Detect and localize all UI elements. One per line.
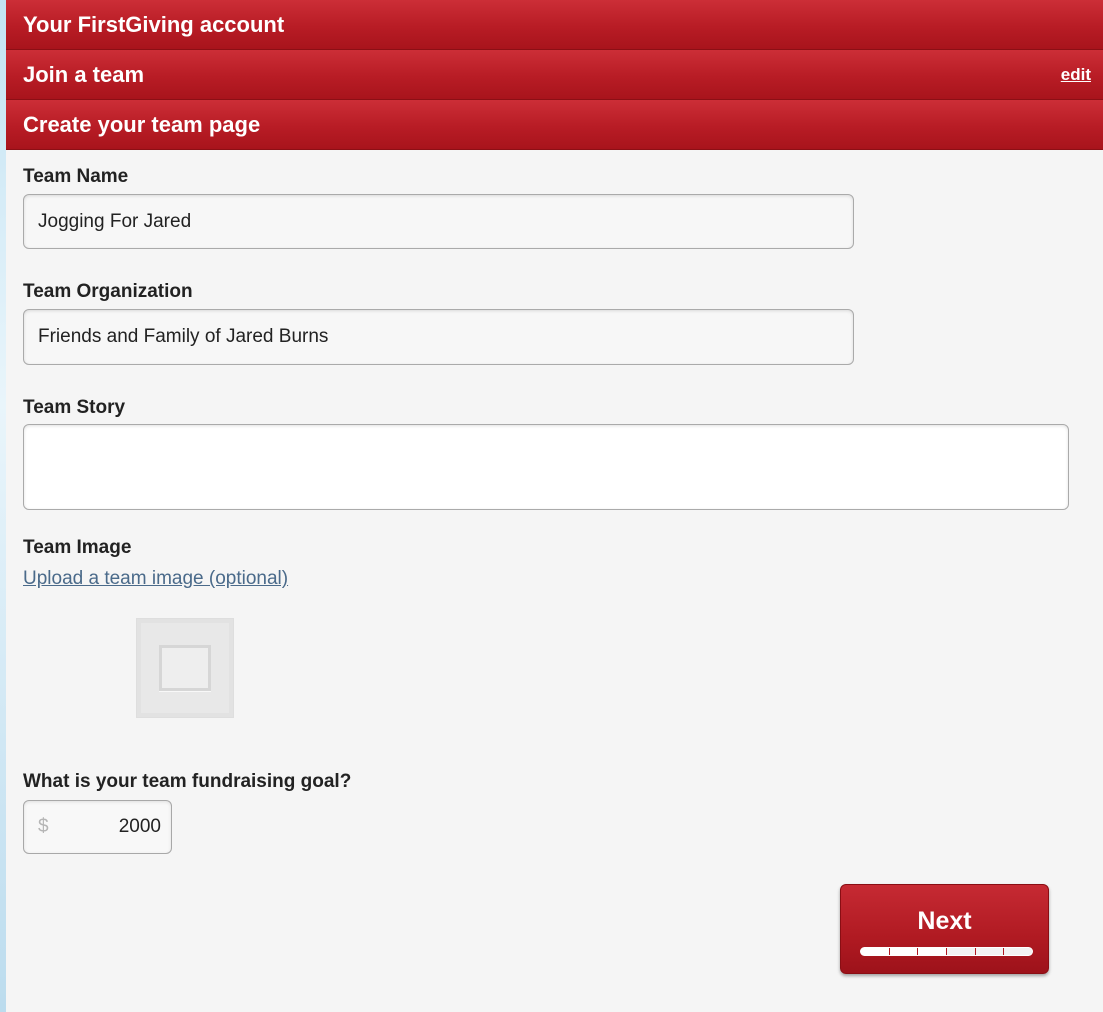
step-progress-bar (860, 947, 1033, 956)
fundraising-goal-input[interactable]: $ 2000 (23, 800, 172, 854)
goal-amount-value: 2000 (118, 816, 161, 837)
next-button-label: Next (917, 907, 972, 935)
team-image-label: Team Image (23, 537, 132, 558)
progress-segment (975, 948, 1005, 955)
step-bar-join-team: Join a team edit (6, 50, 1103, 100)
team-name-label: Team Name (23, 166, 129, 187)
fundraising-goal-label: What is your team fundraising goal? (23, 771, 352, 792)
signup-panel: Your FirstGiving account Join a team edi… (6, 0, 1103, 1012)
progress-segment (889, 948, 919, 955)
team-organization-value: Friends and Family of Jared Burns (38, 326, 329, 347)
edit-join-team-link[interactable]: edit (1061, 65, 1091, 85)
currency-symbol: $ (38, 816, 49, 837)
team-organization-input[interactable]: Friends and Family of Jared Burns (23, 309, 854, 365)
image-frame-icon (159, 645, 211, 691)
step-title-join-team: Join a team (23, 61, 145, 87)
team-story-textarea[interactable] (23, 424, 1069, 510)
team-name-input[interactable]: Jogging For Jared (23, 194, 854, 249)
progress-segment (1004, 948, 1032, 955)
progress-segment (947, 948, 976, 955)
step-title-create-page: Create your team page (23, 111, 261, 137)
team-story-label: Team Story (23, 397, 126, 418)
team-organization-label: Team Organization (23, 281, 193, 302)
step-title-account: Your FirstGiving account (23, 11, 285, 37)
step-bar-account[interactable]: Your FirstGiving account (6, 0, 1103, 50)
image-placeholder-icon (136, 618, 234, 718)
progress-segment (861, 948, 890, 955)
progress-segment (918, 948, 948, 955)
next-button[interactable]: Next (840, 884, 1049, 974)
upload-team-image-link[interactable]: Upload a team image (optional) (23, 568, 288, 590)
step-bar-create-page: Create your team page (6, 100, 1103, 150)
team-name-value: Jogging For Jared (38, 210, 192, 232)
